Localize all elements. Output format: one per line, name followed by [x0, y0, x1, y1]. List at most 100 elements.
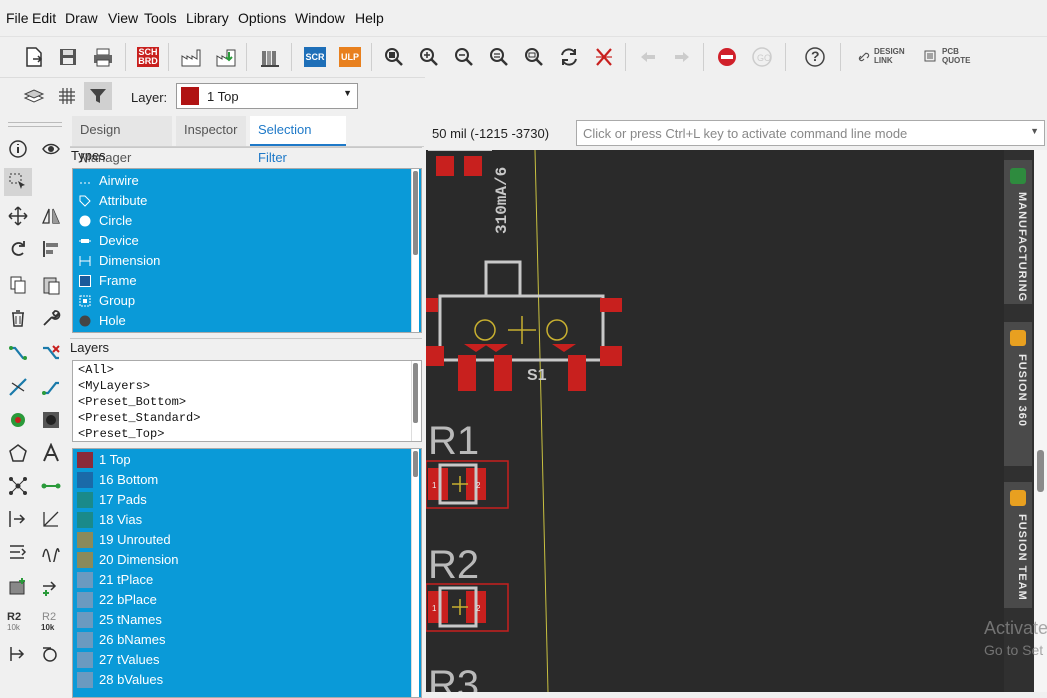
- paste-tool[interactable]: [37, 271, 65, 299]
- preset-item[interactable]: <MyLayers>: [78, 378, 150, 394]
- types-scrollbar[interactable]: [411, 169, 419, 332]
- menu-options[interactable]: Options: [238, 10, 286, 26]
- info-tool[interactable]: [4, 135, 32, 163]
- align-tool[interactable]: [37, 235, 65, 263]
- pcb-quote-button[interactable]: PCB QUOTE: [924, 43, 984, 71]
- tab-selection-filter[interactable]: Selection Filter: [250, 116, 346, 165]
- types-list[interactable]: Airwire Attribute Circle Device Dimensio…: [72, 168, 422, 333]
- name-tool[interactable]: R2 10k: [4, 606, 32, 634]
- canvas-scrollbar[interactable]: [1034, 150, 1047, 692]
- redraw-button[interactable]: [555, 43, 583, 71]
- tab-fusion-360[interactable]: FUSION 360: [1004, 322, 1032, 466]
- layers-list[interactable]: 1 Top 16 Bottom 17 Pads 18 Vias 19 Unrou…: [72, 448, 422, 698]
- scrollbar-thumb[interactable]: [413, 363, 418, 423]
- via-tool[interactable]: [4, 406, 32, 434]
- print-button[interactable]: [89, 43, 117, 71]
- layer-select-value: 1 Top: [207, 89, 239, 104]
- text-icon: [43, 443, 59, 462]
- package-tool[interactable]: [4, 572, 32, 600]
- save-button[interactable]: [54, 43, 82, 71]
- menu-library[interactable]: Library: [186, 10, 229, 26]
- wire-tool[interactable]: [37, 472, 65, 500]
- rotate-tool[interactable]: [4, 235, 32, 263]
- selection-filter-button[interactable]: [84, 82, 112, 110]
- help-button[interactable]: ?: [801, 43, 829, 71]
- presets-scrollbar[interactable]: [411, 361, 419, 441]
- grid-button[interactable]: [53, 82, 81, 110]
- mirror-tool[interactable]: [37, 202, 65, 230]
- library-button[interactable]: [256, 43, 284, 71]
- menu-tools[interactable]: Tools: [144, 10, 177, 26]
- menu-help[interactable]: Help: [355, 10, 384, 26]
- zoom-select-button[interactable]: [520, 43, 548, 71]
- optimize-tool[interactable]: [37, 640, 65, 668]
- layers-icon: [23, 89, 45, 103]
- zoom-fit-button[interactable]: [380, 43, 408, 71]
- hole-tool[interactable]: [37, 406, 65, 434]
- ripup-tool[interactable]: [37, 340, 65, 368]
- undo-button[interactable]: [634, 43, 662, 71]
- menu-draw[interactable]: Draw: [65, 10, 98, 26]
- stop-button[interactable]: [713, 43, 741, 71]
- redo-button[interactable]: [668, 43, 696, 71]
- preset-item[interactable]: <Preset_Standard>: [78, 410, 200, 426]
- select-tool[interactable]: [4, 168, 32, 196]
- tab-manufacturing[interactable]: MANUFACTURING: [1004, 160, 1032, 304]
- ref-label-r2: R2: [428, 543, 479, 587]
- zoom-previous-button[interactable]: [485, 43, 513, 71]
- delete-tool[interactable]: [4, 304, 32, 332]
- zoom-in-button[interactable]: [415, 43, 443, 71]
- text-tool[interactable]: [37, 439, 65, 467]
- export-button[interactable]: [212, 43, 240, 71]
- new-file-button[interactable]: [20, 43, 48, 71]
- add-device-icon: [43, 581, 57, 596]
- layer-presets-list[interactable]: <All> <MyLayers> <Preset_Bottom> <Preset…: [72, 360, 422, 442]
- ratsnest-button[interactable]: [590, 43, 618, 71]
- dimension-tool[interactable]: [4, 538, 32, 566]
- add-tool[interactable]: [4, 505, 32, 533]
- value-tool[interactable]: R2 10k: [37, 606, 65, 634]
- scrollbar-thumb[interactable]: [413, 171, 418, 255]
- scrollbar-thumb[interactable]: [413, 451, 418, 477]
- command-line-input[interactable]: Click or press Ctrl+L key to activate co…: [576, 120, 1045, 146]
- books-icon: [261, 51, 279, 67]
- meander-tool[interactable]: [37, 373, 65, 401]
- menu-view[interactable]: View: [108, 10, 138, 26]
- preset-item[interactable]: <Preset_Bottom>: [78, 394, 186, 410]
- move-tool[interactable]: [4, 202, 32, 230]
- menu-edit[interactable]: Edit: [32, 10, 56, 26]
- split-tool[interactable]: [4, 640, 32, 668]
- arc-tool[interactable]: [37, 538, 65, 566]
- preset-item[interactable]: <Preset_Top>: [78, 426, 164, 441]
- zoom-out-button[interactable]: [450, 43, 478, 71]
- layer-settings-button[interactable]: [20, 82, 48, 110]
- cam-processor-button[interactable]: [177, 43, 205, 71]
- route-tool[interactable]: [4, 340, 32, 368]
- menu-window[interactable]: Window: [295, 10, 345, 26]
- tab-inspector[interactable]: Inspector: [176, 116, 246, 146]
- ulp-button[interactable]: ULP: [336, 43, 364, 71]
- change-tool[interactable]: [37, 304, 65, 332]
- toolbar-separator: [840, 43, 841, 71]
- polygon-tool[interactable]: [4, 439, 32, 467]
- layers-scrollbar[interactable]: [411, 449, 419, 697]
- script-button[interactable]: SCR: [301, 43, 329, 71]
- slice-tool[interactable]: [4, 373, 32, 401]
- sch-brd-switch-button[interactable]: SCH BRD: [134, 43, 162, 71]
- tab-fusion-team[interactable]: FUSION TEAM: [1004, 482, 1032, 608]
- copy-tool[interactable]: [4, 271, 32, 299]
- tab-design-manager[interactable]: Design Manager: [72, 116, 172, 165]
- show-tool[interactable]: [37, 135, 65, 163]
- board-canvas[interactable]: S1 310mA/6 R1 1 2 R2 1 2 R3: [426, 150, 1004, 692]
- toolbar-separator: [168, 43, 169, 71]
- save-icon: [60, 49, 76, 65]
- go-button[interactable]: GO: [748, 43, 776, 71]
- preset-item[interactable]: <All>: [78, 362, 114, 378]
- add-device-tool[interactable]: [37, 572, 65, 600]
- group-tool[interactable]: [4, 472, 32, 500]
- scrollbar-thumb[interactable]: [1037, 450, 1044, 492]
- design-link-button[interactable]: DESIGN LINK: [858, 43, 918, 71]
- menu-file[interactable]: File: [6, 10, 29, 26]
- line-tool[interactable]: [37, 505, 65, 533]
- layer-select[interactable]: 1 Top ▼: [176, 83, 358, 109]
